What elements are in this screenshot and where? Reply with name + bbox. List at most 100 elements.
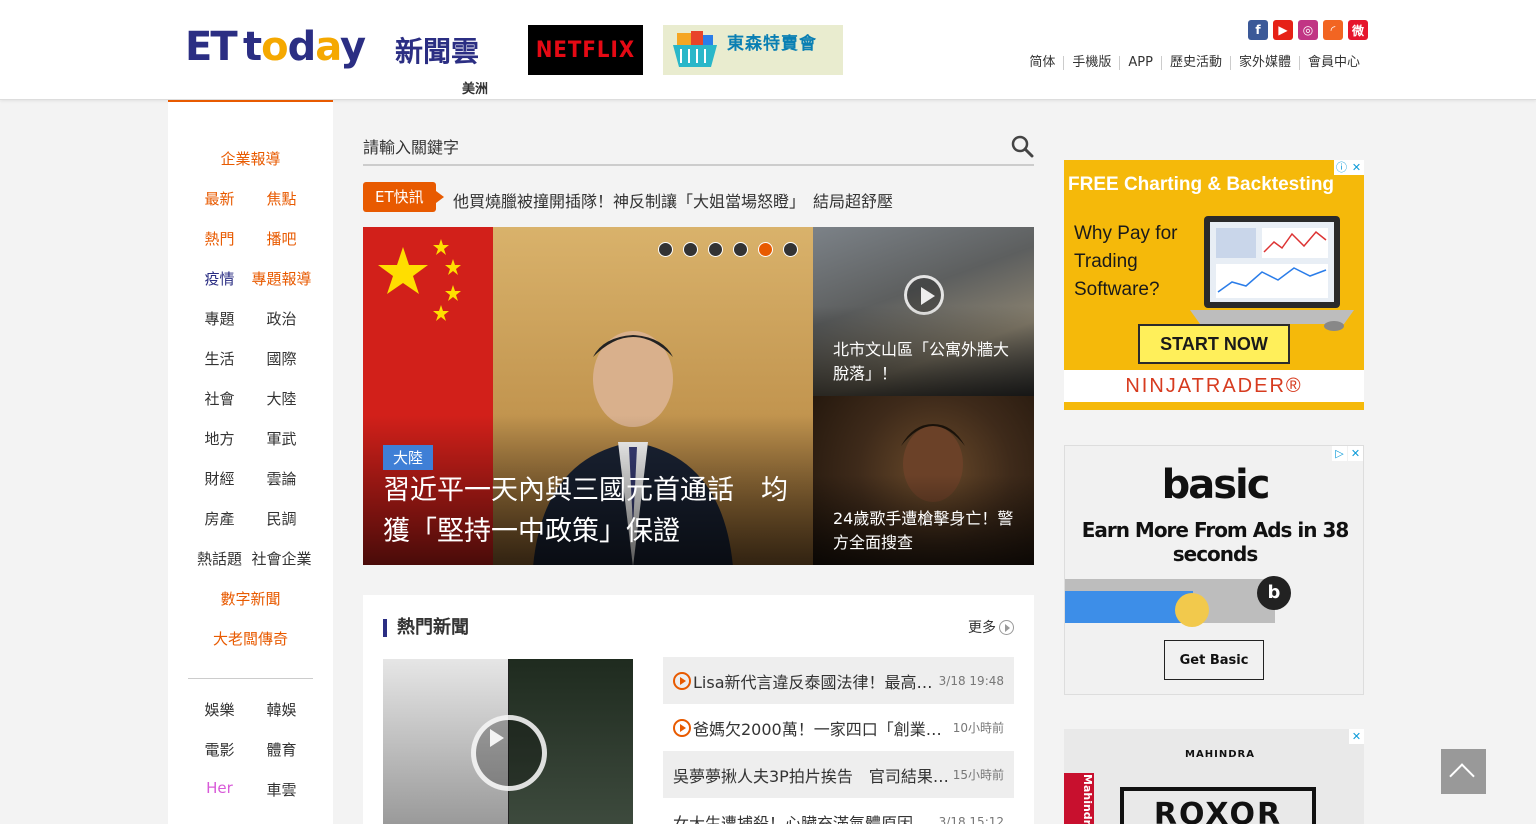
left-nav-item[interactable]: 專題 bbox=[189, 308, 251, 329]
ninjatrader-ad[interactable]: ⓘ ✕ FREE Charting & Backtesting Why Pay … bbox=[1064, 160, 1364, 410]
left-nav-item[interactable]: 企業報導 bbox=[186, 148, 316, 169]
roxor-logo: ROXOR bbox=[1120, 787, 1316, 824]
left-nav-row: 生活 國際 bbox=[168, 348, 333, 369]
logo-et: ET bbox=[185, 24, 238, 70]
hot-news-time: 10小時前 bbox=[952, 721, 1004, 735]
tosen-sale-banner[interactable]: 東森特賣會 bbox=[663, 25, 843, 75]
weibo-icon[interactable]: 微 bbox=[1348, 20, 1368, 40]
play-icon[interactable] bbox=[471, 715, 547, 791]
side-story-headline[interactable]: 24歲歌手遭槍擊身亡！警方全面搜查 bbox=[833, 507, 1023, 555]
carousel-dot[interactable] bbox=[708, 242, 723, 257]
left-nav-item[interactable]: 韓娛 bbox=[251, 699, 313, 720]
carousel-dots bbox=[658, 242, 798, 257]
hot-news-title[interactable]: 女大生遭捕殺！心臟充滿氣體原因曝光 bbox=[673, 810, 937, 824]
ad-progress-fill bbox=[1065, 591, 1194, 623]
ad-info-icon[interactable]: ⓘ bbox=[1334, 160, 1349, 175]
left-nav-item[interactable]: 數字新聞 bbox=[186, 588, 316, 609]
left-nav-item[interactable]: 社會企業 bbox=[251, 548, 313, 569]
hot-news-time: 3/18 19:48 bbox=[938, 673, 1004, 688]
left-nav-item[interactable]: 疫情 bbox=[189, 268, 251, 289]
mahindra-roxor-ad[interactable]: ✕ Mahindra MAHINDRA ROXOR bbox=[1064, 729, 1364, 824]
left-nav-row: 社會 大陸 bbox=[168, 388, 333, 409]
carousel-dot[interactable] bbox=[658, 242, 673, 257]
left-nav-item[interactable]: 專題報導 bbox=[251, 268, 313, 289]
region-label[interactable]: 美洲 bbox=[462, 78, 488, 97]
top-link-mobile[interactable]: 手機版 bbox=[1063, 56, 1119, 70]
carousel-dot[interactable] bbox=[783, 242, 798, 257]
hot-news-thumbnail[interactable] bbox=[383, 659, 633, 824]
left-nav-item[interactable]: 地方 bbox=[189, 428, 251, 449]
logo-cloud-text: 新聞雲 bbox=[395, 35, 480, 68]
left-nav-item[interactable]: 大老闆傳奇 bbox=[186, 628, 316, 649]
left-nav-item[interactable]: 熱門 bbox=[189, 228, 251, 249]
hot-news-item[interactable]: 爸媽欠2000萬！一家四口「創業賣雞排」10小時前 bbox=[663, 704, 1014, 751]
side-story-headline[interactable]: 北市文山區「公寓外牆大脫落」！ bbox=[833, 338, 1023, 386]
hot-news-item[interactable]: 吳夢夢揪人夫3P拍片挨告 官司結果出爐 15小時前 bbox=[663, 751, 1014, 798]
left-nav-item[interactable]: 電影 bbox=[189, 739, 251, 760]
left-nav-item[interactable]: Her bbox=[189, 779, 251, 800]
left-nav-item[interactable]: 生活 bbox=[189, 348, 251, 369]
left-nav-item[interactable]: 財經 bbox=[189, 468, 251, 489]
left-nav-item[interactable]: 軍武 bbox=[251, 428, 313, 449]
close-icon[interactable]: ✕ bbox=[1349, 160, 1364, 175]
top-link-history[interactable]: 歷史活動 bbox=[1160, 56, 1230, 70]
hot-news-item[interactable]: Lisa新代言違反泰國法律！最高「罰50萬」3/18 19:48 bbox=[663, 657, 1014, 704]
carousel-dot[interactable] bbox=[758, 242, 773, 257]
hot-news-title[interactable]: 吳夢夢揪人夫3P拍片挨告 官司結果出爐 bbox=[673, 763, 951, 787]
top-link-simplified[interactable]: 简体 bbox=[1021, 56, 1063, 70]
close-icon[interactable]: ✕ bbox=[1348, 446, 1363, 461]
ticker-headline[interactable]: 他買燒臘被撞開插隊！神反制讓「大姐當場怒瞪」 結局超舒壓 bbox=[453, 188, 893, 212]
left-nav-row: 娛樂 韓娛 bbox=[168, 699, 333, 720]
netflix-banner[interactable]: NETFLIX bbox=[528, 25, 643, 75]
logo-letter: a bbox=[315, 24, 341, 70]
left-nav-item[interactable]: 國際 bbox=[251, 348, 313, 369]
rss-icon[interactable]: ◜ bbox=[1323, 20, 1343, 40]
left-nav-item[interactable]: 社會 bbox=[189, 388, 251, 409]
left-nav-item[interactable]: 最新 bbox=[189, 188, 251, 209]
left-nav-item[interactable]: 娛樂 bbox=[189, 699, 251, 720]
start-now-button[interactable]: START NOW bbox=[1138, 324, 1290, 364]
facebook-icon[interactable]: f bbox=[1248, 20, 1268, 40]
left-nav-item[interactable]: 政治 bbox=[251, 308, 313, 329]
left-nav-item[interactable]: 播吧 bbox=[251, 228, 313, 249]
side-story-2[interactable]: 24歲歌手遭槍擊身亡！警方全面搜查 bbox=[813, 396, 1034, 565]
top-link-member[interactable]: 會員中心 bbox=[1298, 56, 1368, 70]
top-link-app[interactable]: APP bbox=[1119, 56, 1161, 70]
hot-news-item[interactable]: 女大生遭捕殺！心臟充滿氣體原因曝光 3/18 15:12 bbox=[663, 798, 1014, 824]
get-basic-button[interactable]: Get Basic bbox=[1164, 640, 1264, 680]
side-story-1[interactable]: 北市文山區「公寓外牆大脫落」！ bbox=[813, 227, 1034, 396]
ad-info-icon[interactable]: ▷ bbox=[1332, 446, 1347, 461]
hero-category-tag[interactable]: 大陸 bbox=[383, 445, 434, 470]
youtube-icon[interactable]: ▶ bbox=[1273, 20, 1293, 40]
left-nav-item[interactable]: 焦點 bbox=[251, 188, 313, 209]
left-nav-item[interactable]: 房產 bbox=[189, 508, 251, 529]
search-icon[interactable] bbox=[1010, 134, 1034, 158]
shopping-basket-icon bbox=[673, 31, 717, 67]
logo-today: today bbox=[243, 24, 366, 70]
basic-ad[interactable]: ▷ ✕ basic Earn More From Ads in 38 secon… bbox=[1064, 445, 1364, 695]
breaking-news-ticker: ET快訊 他買燒臘被撞開插隊！神反制讓「大姐當場怒瞪」 結局超舒壓 bbox=[363, 182, 1034, 214]
left-nav-item[interactable]: 民調 bbox=[251, 508, 313, 529]
close-icon[interactable]: ✕ bbox=[1349, 729, 1364, 744]
hero-story[interactable]: 大陸 習近平一天內與三國元首通話 均獲「堅持一中政策」保證 bbox=[363, 227, 813, 565]
search-input[interactable] bbox=[363, 130, 983, 164]
left-nav-item[interactable]: 雲論 bbox=[251, 468, 313, 489]
instagram-icon[interactable]: ◎ bbox=[1298, 20, 1318, 40]
carousel-dot[interactable] bbox=[733, 242, 748, 257]
more-link[interactable]: 更多 bbox=[968, 617, 1014, 637]
arrow-right-icon bbox=[999, 619, 1014, 635]
hot-news-title[interactable]: Lisa新代言違反泰國法律！最高「罰50萬」 bbox=[693, 669, 937, 693]
left-nav-item[interactable]: 車雲 bbox=[251, 779, 313, 800]
carousel-dot[interactable] bbox=[683, 242, 698, 257]
left-nav-item[interactable]: 大陸 bbox=[251, 388, 313, 409]
ettoday-logo[interactable]: ET today 新聞雲 bbox=[185, 22, 490, 74]
hero-headline[interactable]: 習近平一天內與三國元首通話 均獲「堅持一中政策」保證 bbox=[383, 470, 803, 552]
left-nav: 企業報導 最新 焦點 熱門 播吧 疫情 專題報導 專題 政治 生活 國際 社會 大陸 地方 軍武 財經 雲論 房產… bbox=[168, 100, 333, 824]
left-nav-item[interactable]: 熱話題 bbox=[189, 548, 251, 569]
laptop-image bbox=[1190, 216, 1354, 331]
basic-b-icon: b bbox=[1257, 576, 1291, 610]
left-nav-item[interactable]: 體育 bbox=[251, 739, 313, 760]
back-to-top-button[interactable] bbox=[1441, 749, 1486, 794]
hot-news-title[interactable]: 爸媽欠2000萬！一家四口「創業賣雞排」 bbox=[693, 716, 951, 740]
top-link-outdoor-media[interactable]: 家外媒體 bbox=[1229, 56, 1299, 70]
